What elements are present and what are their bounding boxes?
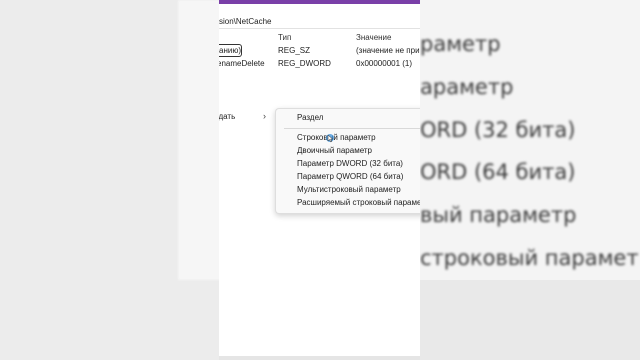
zoom-text-5: вый параметр	[420, 203, 577, 227]
context-menu-create[interactable]: здать ›	[219, 108, 275, 126]
blurred-background-left	[0, 0, 219, 360]
row-2-name[interactable]: enameDelete	[219, 59, 265, 68]
address-divider	[219, 28, 420, 29]
menu-item-key[interactable]: Раздел	[276, 111, 420, 124]
zoom-text-6: строковый парамет	[420, 246, 639, 270]
zoom-text-4: ORD (64 бита)	[420, 160, 576, 184]
menu-item-binary-value[interactable]: Двоичный параметр	[276, 144, 420, 157]
bottom-edge	[219, 356, 420, 360]
chevron-right-icon: ›	[263, 111, 266, 121]
create-submenu: Раздел Строковый параметр Двоичный парам…	[275, 108, 420, 214]
menu-item-string-value[interactable]: Строковый параметр	[276, 131, 420, 144]
title-bar-accent	[219, 0, 420, 4]
row-2-type: REG_DWORD	[278, 59, 331, 68]
registry-editor-window: sion\NetCache Тип Значение анию) REG_SZ …	[219, 0, 420, 360]
row-1-type: REG_SZ	[278, 46, 311, 55]
menu-item-dword-value[interactable]: Параметр DWORD (32 бита)	[276, 157, 420, 170]
menu-item-expandable-string-value[interactable]: Расширяемый строковый параме	[276, 196, 420, 209]
row-1-value: (значение не при	[356, 46, 420, 55]
blurred-window-edge	[178, 0, 219, 280]
zoom-text-1: раметр	[420, 32, 501, 56]
zoom-text-3: ORD (32 бита)	[420, 118, 576, 142]
column-header-value[interactable]: Значение	[356, 33, 391, 42]
menu-separator	[284, 128, 420, 129]
zoom-text-2: араметр	[420, 75, 514, 99]
row-2-value: 0x00000001 (1)	[356, 59, 413, 68]
menu-item-qword-value[interactable]: Параметр QWORD (64 бита)	[276, 170, 420, 183]
address-bar-path[interactable]: sion\NetCache	[219, 17, 271, 26]
mouse-cursor-icon	[326, 134, 334, 143]
blurred-background-right: раметр араметр ORD (32 бита) ORD (64 бит…	[420, 0, 640, 360]
menu-item-multi-string-value[interactable]: Мультистроковый параметр	[276, 183, 420, 196]
column-header-type[interactable]: Тип	[278, 33, 291, 42]
create-label: здать	[219, 112, 236, 121]
row-1-name[interactable]: анию)	[219, 46, 241, 55]
